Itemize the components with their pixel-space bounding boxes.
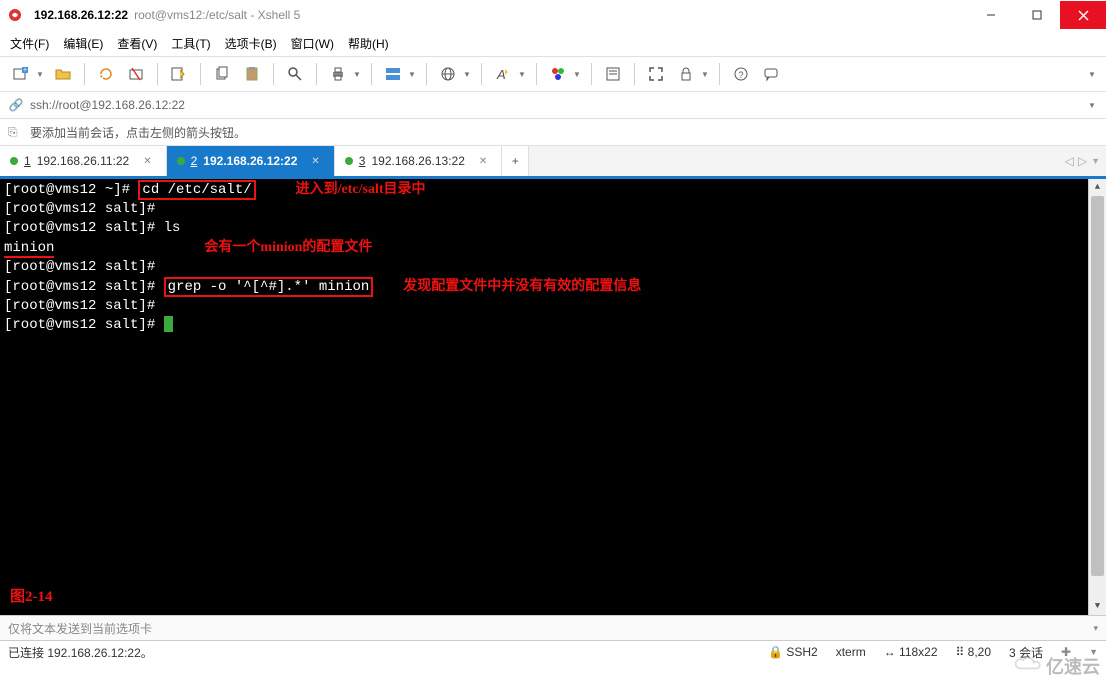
status-dot-icon [10, 157, 18, 165]
link-icon: 🔗 [8, 98, 24, 112]
tab-strip: 1 192.168.26.11:22 ✕ 2 192.168.26.12:22 … [0, 146, 1106, 179]
dropdown-caret-icon[interactable]: ▼ [518, 70, 526, 79]
window-title-sub: root@vms12:/etc/salt - Xshell 5 [134, 8, 300, 22]
open-icon[interactable] [50, 61, 76, 87]
dropdown-caret-icon[interactable]: ▼ [353, 70, 361, 79]
dropdown-caret-icon[interactable]: ▼ [701, 70, 709, 79]
dropdown-caret-icon[interactable]: ▼ [463, 70, 471, 79]
highlighted-command: cd /etc/salt/ [138, 180, 255, 200]
annotation-text: 进入到/etc/salt目录中 [296, 182, 426, 197]
script-icon[interactable] [600, 61, 626, 87]
svg-text:A: A [496, 67, 506, 82]
address-bar: 🔗 ssh://root@192.168.26.12:22 ▼ [0, 91, 1106, 119]
session-tab[interactable]: 2 192.168.26.12:22 ✕ [167, 146, 335, 176]
color-icon[interactable] [545, 61, 571, 87]
svg-text:?: ? [738, 70, 743, 80]
hint-bar: ⎘ 要添加当前会话，点击左侧的箭头按钮。 [0, 119, 1106, 146]
paste-icon[interactable] [239, 61, 265, 87]
status-bar: 已连接 192.168.26.12:22。 🔒 SSH2 xterm ↔ 118… [0, 641, 1106, 663]
tab-nav: ◁ ▷ ▼ [1065, 146, 1100, 176]
add-session-arrow-icon[interactable]: ⎘ [8, 125, 24, 140]
status-size: ↔ 118x22 [884, 645, 938, 659]
menu-tools[interactable]: 工具(T) [171, 35, 210, 52]
print-icon[interactable] [325, 61, 351, 87]
terminal-scrollbar[interactable]: ▲ ▼ [1088, 179, 1106, 615]
menu-bar: 文件(F) 编辑(E) 查看(V) 工具(T) 选项卡(B) 窗口(W) 帮助(… [0, 30, 1106, 56]
menu-edit[interactable]: 编辑(E) [63, 35, 103, 52]
annotation-text: 发现配置文件中并没有有效的配置信息 [403, 279, 641, 294]
search-icon[interactable] [282, 61, 308, 87]
menu-help[interactable]: 帮助(H) [348, 35, 389, 52]
help-icon[interactable]: ? [728, 61, 754, 87]
new-session-icon[interactable]: + [8, 61, 34, 87]
tab-label: 192.168.26.12:22 [203, 154, 297, 168]
send-bar[interactable]: 仅将文本发送到当前选项卡 ▾ [0, 615, 1106, 641]
menu-view[interactable]: 查看(V) [117, 35, 157, 52]
tab-number: 2 [191, 154, 198, 168]
highlighted-output: minion [4, 240, 54, 258]
copy-icon[interactable] [209, 61, 235, 87]
window-title-active: 192.168.26.12:22 [34, 8, 128, 22]
minimize-button[interactable] [968, 1, 1014, 29]
session-tab[interactable]: 1 192.168.26.11:22 ✕ [0, 146, 167, 176]
status-dot-icon [177, 157, 185, 165]
session-tab[interactable]: 3 192.168.26.13:22 ✕ [335, 146, 503, 176]
lock-icon[interactable] [673, 61, 699, 87]
status-term: xterm [836, 645, 866, 659]
font-icon[interactable]: A [490, 61, 516, 87]
maximize-button[interactable] [1014, 1, 1060, 29]
app-icon [6, 6, 24, 24]
dropdown-caret-icon[interactable]: ▼ [573, 70, 581, 79]
terminal-output: [root@vms12 ~]# cd /etc/salt/进入到/etc/sal… [0, 179, 1089, 336]
tab-number: 1 [24, 154, 31, 168]
menu-file[interactable]: 文件(F) [10, 35, 49, 52]
svg-text:+: + [23, 67, 27, 74]
annotation-text: 会有一个minion的配置文件 [204, 240, 372, 255]
figure-label: 图2-14 [10, 588, 53, 607]
tab-close-icon[interactable]: ✕ [479, 156, 487, 167]
fullscreen-icon[interactable] [643, 61, 669, 87]
highlighted-command: grep -o '^[^#].*' minion [164, 277, 374, 297]
sessions-icon[interactable] [380, 61, 406, 87]
status-connection: 已连接 192.168.26.12:22。 [8, 644, 153, 661]
status-dot-icon [345, 157, 353, 165]
lock-icon: 🔒 [768, 645, 783, 659]
tab-close-icon[interactable]: ✕ [143, 156, 151, 167]
dropdown-caret-icon[interactable]: ▼ [408, 70, 416, 79]
chat-icon[interactable] [758, 61, 784, 87]
tab-list-icon[interactable]: ▼ [1091, 156, 1100, 166]
properties-icon[interactable] [166, 61, 192, 87]
dropdown-caret-icon[interactable]: ▼ [36, 70, 44, 79]
address-text[interactable]: ssh://root@192.168.26.12:22 [30, 98, 185, 112]
disconnect-icon[interactable] [123, 61, 149, 87]
status-pos: ⠿ 8,20 [956, 645, 991, 659]
tab-prev-icon[interactable]: ◁ [1065, 154, 1074, 168]
status-ssh: 🔒 SSH2 [768, 645, 818, 659]
send-placeholder: 仅将文本发送到当前选项卡 [8, 620, 152, 637]
tab-next-icon[interactable]: ▷ [1078, 154, 1087, 168]
terminal-cursor [164, 316, 173, 332]
menu-tabs[interactable]: 选项卡(B) [225, 35, 277, 52]
reconnect-icon[interactable] [93, 61, 119, 87]
toolbar-overflow-icon[interactable]: ▼ [1088, 70, 1096, 79]
close-button[interactable] [1060, 1, 1106, 29]
new-tab-button[interactable]: + [502, 146, 529, 176]
tab-label: 192.168.26.11:22 [37, 154, 130, 168]
toolbar-overflow-icon[interactable]: ▼ [1088, 101, 1096, 110]
scroll-thumb[interactable] [1091, 196, 1104, 576]
tab-number: 3 [359, 154, 366, 168]
tab-close-icon[interactable]: ✕ [311, 156, 319, 167]
toolbar: + ▼ ▼ ▼ ▼ A ▼ ▼ ▼ ? ▼ [0, 56, 1106, 91]
scroll-down-icon[interactable]: ▼ [1089, 598, 1106, 615]
send-dropdown-icon[interactable]: ▾ [1093, 623, 1098, 634]
title-bar: 192.168.26.12:22 root@vms12:/etc/salt - … [0, 0, 1106, 30]
hint-text: 要添加当前会话，点击左侧的箭头按钮。 [30, 124, 246, 141]
scroll-up-icon[interactable]: ▲ [1089, 179, 1106, 196]
tab-label: 192.168.26.13:22 [371, 154, 464, 168]
terminal[interactable]: [root@vms12 ~]# cd /etc/salt/进入到/etc/sal… [0, 179, 1106, 615]
globe-icon[interactable] [435, 61, 461, 87]
watermark: 亿速云 [1014, 652, 1100, 680]
menu-window[interactable]: 窗口(W) [291, 35, 334, 52]
